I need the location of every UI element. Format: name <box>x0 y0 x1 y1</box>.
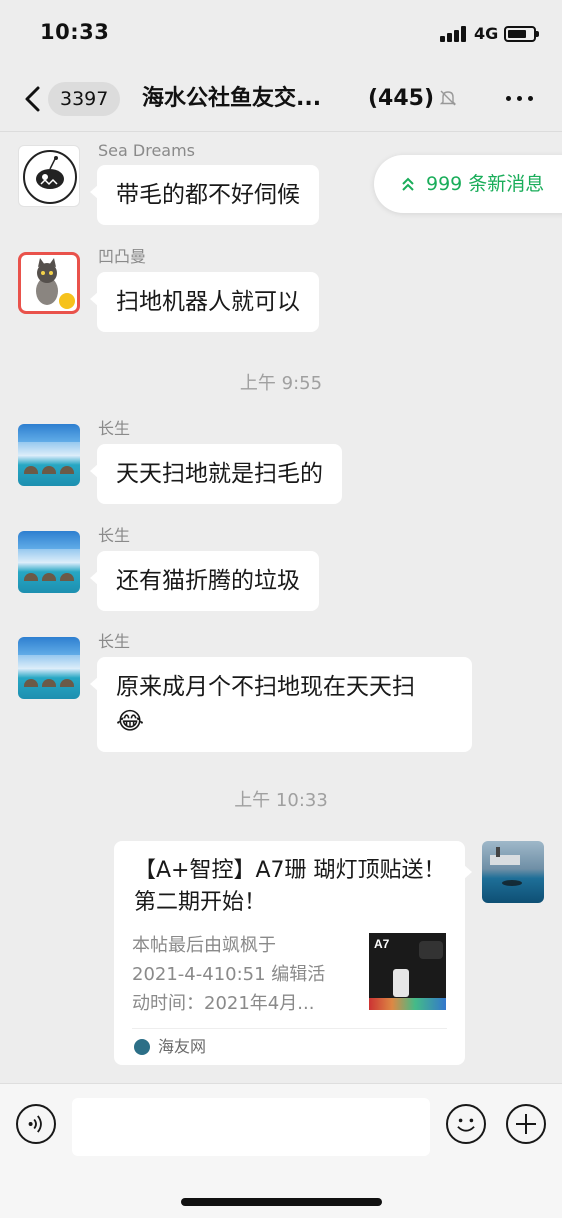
new-messages-label: 999 条新消息 <box>426 173 545 195</box>
chat-header: 3397 海水公社鱼友交... (445) <box>0 68 562 132</box>
status-bar: 10:33 4G <box>0 0 562 68</box>
voice-icon[interactable] <box>16 1104 56 1144</box>
timestamp: 上午 9:55 <box>239 373 323 394</box>
ocean-avatar[interactable] <box>18 637 80 699</box>
signal-icon <box>440 26 468 42</box>
message-bubble[interactable]: 还有猫折腾的垃圾 <box>90 551 319 611</box>
laughing-tears-emoji: 😂 <box>116 707 145 735</box>
muted-bell-icon <box>439 90 457 106</box>
sender-name: 长生 <box>98 526 131 545</box>
link-card-source: 海友网 <box>158 1037 207 1056</box>
link-card[interactable]: 【A+智控】A7珊 瑚灯顶贴送！第二期开始！ 本帖最后由飒枫于 2021-4-4… <box>114 841 472 1065</box>
link-card-thumbnail: A7 <box>369 933 446 1010</box>
cat-cartoon-avatar[interactable] <box>18 252 80 314</box>
network-label: 4G <box>474 24 499 43</box>
link-card-title: 【A+智控】A7珊 瑚灯顶贴送！第二期开始！ <box>134 858 446 915</box>
message-bubble[interactable]: 带毛的都不好伺候 <box>90 165 319 225</box>
sender-name: 凹凸曼 <box>98 247 147 266</box>
message-text: 原来成月个不扫地现在天天扫 <box>116 674 415 700</box>
more-options-icon[interactable] <box>506 96 534 102</box>
double-chevron-up-icon <box>402 177 414 191</box>
message-bubble[interactable]: 扫地机器人就可以 <box>90 272 319 332</box>
message-bubble[interactable]: 原来成月个不扫地现在天天扫 😂 <box>90 657 472 752</box>
battery-icon <box>504 26 539 42</box>
ocean-avatar[interactable] <box>18 531 80 593</box>
sender-name: Sea Dreams <box>98 141 196 160</box>
link-card-description: 本帖最后由飒枫于 2021-4-410:51 编辑活 动时间：2021年4月..… <box>132 935 326 1014</box>
chat-title: 海水公社鱼友交... <box>142 86 322 111</box>
plus-icon[interactable] <box>506 1104 546 1144</box>
member-count: (445) <box>368 86 435 111</box>
emoji-icon[interactable] <box>446 1104 486 1144</box>
sender-name: 长生 <box>98 419 131 438</box>
big-fish-avatar[interactable] <box>18 145 80 207</box>
clock: 10:33 <box>40 20 110 44</box>
timestamp: 上午 10:33 <box>234 790 328 811</box>
message-list[interactable]: Sea Dreams 带毛的都不好伺候 凹凸曼 扫地机器人就可以 上午 9:55… <box>0 133 562 1083</box>
new-messages-button[interactable]: 999 条新消息 <box>374 155 562 213</box>
sender-name: 长生 <box>98 632 131 651</box>
unread-count-badge[interactable]: 3397 <box>48 82 121 116</box>
home-indicator <box>181 1198 382 1206</box>
diver-avatar[interactable] <box>482 841 544 903</box>
divider <box>132 1028 447 1029</box>
message-input[interactable] <box>72 1098 430 1156</box>
source-logo-icon <box>134 1039 150 1055</box>
back-chevron-icon[interactable] <box>20 82 48 116</box>
ocean-avatar[interactable] <box>18 424 80 486</box>
message-bubble[interactable]: 天天扫地就是扫毛的 <box>90 444 342 504</box>
